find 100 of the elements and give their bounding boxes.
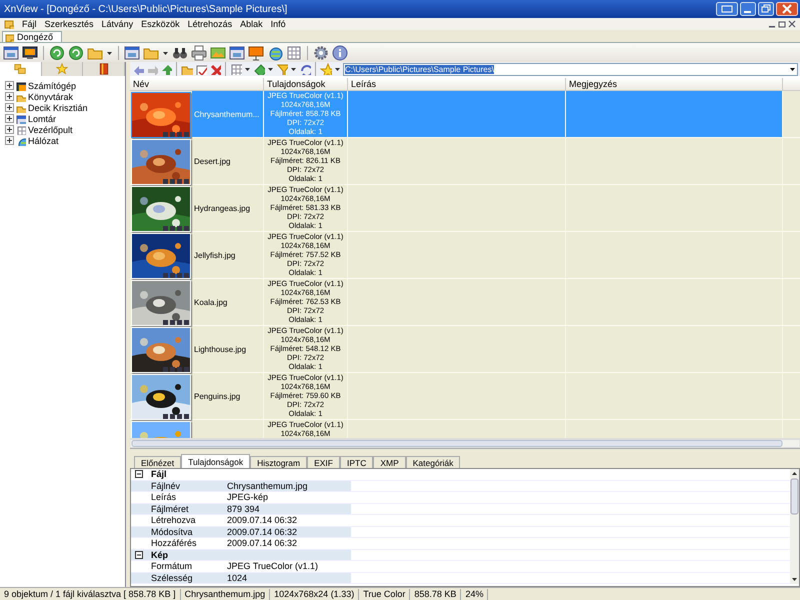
- panel-tab[interactable]: Előnézet: [134, 456, 182, 468]
- printer-icon[interactable]: [191, 44, 207, 60]
- status-text: 1024x768x24 (1.33): [270, 588, 360, 600]
- panel-tab[interactable]: EXIF: [307, 456, 340, 468]
- property-name: Hozzáférés: [150, 538, 198, 548]
- property-value: 879 394: [226, 504, 261, 514]
- expand-icon[interactable]: [5, 92, 14, 101]
- group-label: Kép: [150, 550, 170, 560]
- format-badges-icon: [163, 179, 189, 184]
- refresh-icon[interactable]: [49, 44, 65, 60]
- panel-tab[interactable]: Kategóriák: [406, 456, 460, 468]
- app-icon: [4, 19, 14, 29]
- status-text: 9 objektum / 1 fájl kiválasztva [ 858.78 KB ]: [0, 588, 181, 600]
- expand-icon[interactable]: [5, 103, 14, 112]
- tree-item[interactable]: Decik Krisztián: [28, 102, 88, 112]
- format-badges-icon: [163, 320, 189, 325]
- computer-icon: [16, 80, 26, 90]
- property-value: 2009.07.14 06:32: [226, 515, 298, 526]
- dropdown-icon[interactable]: [789, 65, 796, 73]
- close-button[interactable]: [776, 2, 798, 16]
- column-header[interactable]: Megjegyzés: [566, 78, 783, 90]
- column-header[interactable]: Név: [130, 78, 264, 90]
- menu-item[interactable]: Infó: [270, 19, 286, 29]
- file-name[interactable]: Lighthouse.jpg: [194, 344, 246, 354]
- document-tab[interactable]: Dongéző: [2, 31, 62, 42]
- panel-tab[interactable]: XMP: [373, 456, 406, 468]
- file-name[interactable]: Koala.jpg: [194, 298, 228, 306]
- screen-icon[interactable]: [248, 44, 264, 60]
- window-title: XnView - [Dongéző - C:\Users\Public\Pictures\Sample Pictures\]: [4, 4, 288, 14]
- menu-item[interactable]: Ablak: [240, 19, 263, 29]
- window-icon[interactable]: [229, 44, 245, 60]
- tree-item[interactable]: Könyvtárak: [28, 92, 74, 102]
- restore-icon[interactable]: [778, 20, 786, 28]
- globe-icon[interactable]: [267, 44, 283, 60]
- menu-item[interactable]: Látvány: [102, 19, 134, 29]
- file-name[interactable]: Desert.jpg: [194, 156, 230, 166]
- info-icon[interactable]: [332, 44, 348, 60]
- refresh-icon[interactable]: [68, 44, 84, 60]
- expand-icon[interactable]: [5, 114, 14, 123]
- close-icon[interactable]: [788, 20, 796, 28]
- restore-button[interactable]: [758, 2, 774, 16]
- settings-icon[interactable]: [313, 44, 329, 60]
- format-badges-icon: [163, 226, 189, 231]
- grid-icon[interactable]: [286, 44, 302, 60]
- window-icon[interactable]: [3, 44, 19, 60]
- format-badges-icon: [163, 132, 189, 137]
- expand-icon[interactable]: [5, 136, 14, 145]
- sync-icon[interactable]: [299, 63, 311, 75]
- app-icon: [5, 32, 14, 42]
- panel-tab[interactable]: IPTC: [340, 456, 374, 468]
- tree-item[interactable]: Számítógép: [28, 80, 76, 90]
- panel-tab[interactable]: Hisztogram: [250, 456, 308, 468]
- minimize-button[interactable]: [740, 2, 756, 16]
- file-name[interactable]: Jellyfish.jpg: [194, 250, 236, 260]
- status-text: 24%: [461, 588, 488, 600]
- window-icon[interactable]: [124, 44, 140, 60]
- categories-tab[interactable]: [83, 62, 126, 76]
- property-name: Leírás: [150, 492, 178, 502]
- edit-icon[interactable]: [195, 63, 207, 75]
- picture-icon[interactable]: [210, 44, 226, 60]
- tree-item[interactable]: Vezérlőpult: [28, 124, 73, 134]
- menu-item[interactable]: Fájl: [22, 19, 37, 29]
- trash-icon: [16, 114, 26, 124]
- menu-item[interactable]: Szerkesztés: [44, 19, 94, 29]
- column-header[interactable]: Leírás: [348, 78, 566, 90]
- up-icon[interactable]: [160, 63, 172, 75]
- format-badges-icon: [163, 414, 189, 419]
- scrollbar[interactable]: [130, 438, 800, 448]
- file-name[interactable]: Penguins.jpg: [194, 392, 240, 400]
- path-field[interactable]: C:\Users\Public\Pictures\Sample Pictures\: [343, 62, 798, 76]
- property-name: Létrehozva: [150, 515, 197, 526]
- menu-item[interactable]: Eszközök: [141, 19, 180, 29]
- tree-item[interactable]: Hálózat: [28, 136, 59, 146]
- menu-item[interactable]: Létrehozás: [188, 19, 232, 29]
- status-text: Chrysanthemum.jpg: [180, 588, 270, 600]
- delete-icon[interactable]: [209, 63, 221, 75]
- scrollbar[interactable]: [790, 469, 799, 584]
- property-value: 1024: [226, 572, 248, 583]
- property-name: Módosítva: [150, 526, 194, 537]
- expand-icon[interactable]: [5, 81, 14, 90]
- book-icon: [98, 63, 110, 75]
- property-value: JPEG TrueColor (v1.1): [226, 561, 320, 572]
- property-value: JPEG-kép: [226, 492, 270, 502]
- star-icon: [56, 63, 68, 75]
- expand-icon[interactable]: [5, 125, 14, 134]
- column-header[interactable]: Tulajdonságok: [264, 78, 348, 90]
- property-name: Fájlnév: [150, 480, 182, 491]
- star-icon[interactable]: [320, 63, 332, 75]
- property-name: Formátum: [150, 561, 194, 572]
- window-button[interactable]: [716, 2, 738, 16]
- grid-icon[interactable]: [230, 63, 242, 75]
- collapse-icon[interactable]: [135, 470, 143, 478]
- file-name[interactable]: Hydrangeas.jpg: [194, 204, 250, 212]
- folders-icon: [14, 63, 26, 75]
- tree-item[interactable]: Lomtár: [28, 114, 56, 124]
- property-name: Fájlméret: [150, 504, 190, 514]
- collapse-icon[interactable]: [135, 550, 143, 559]
- screen-icon[interactable]: [22, 44, 38, 60]
- panel-tab[interactable]: Tulajdonságok: [181, 454, 250, 468]
- group-label: Fájl: [150, 469, 168, 480]
